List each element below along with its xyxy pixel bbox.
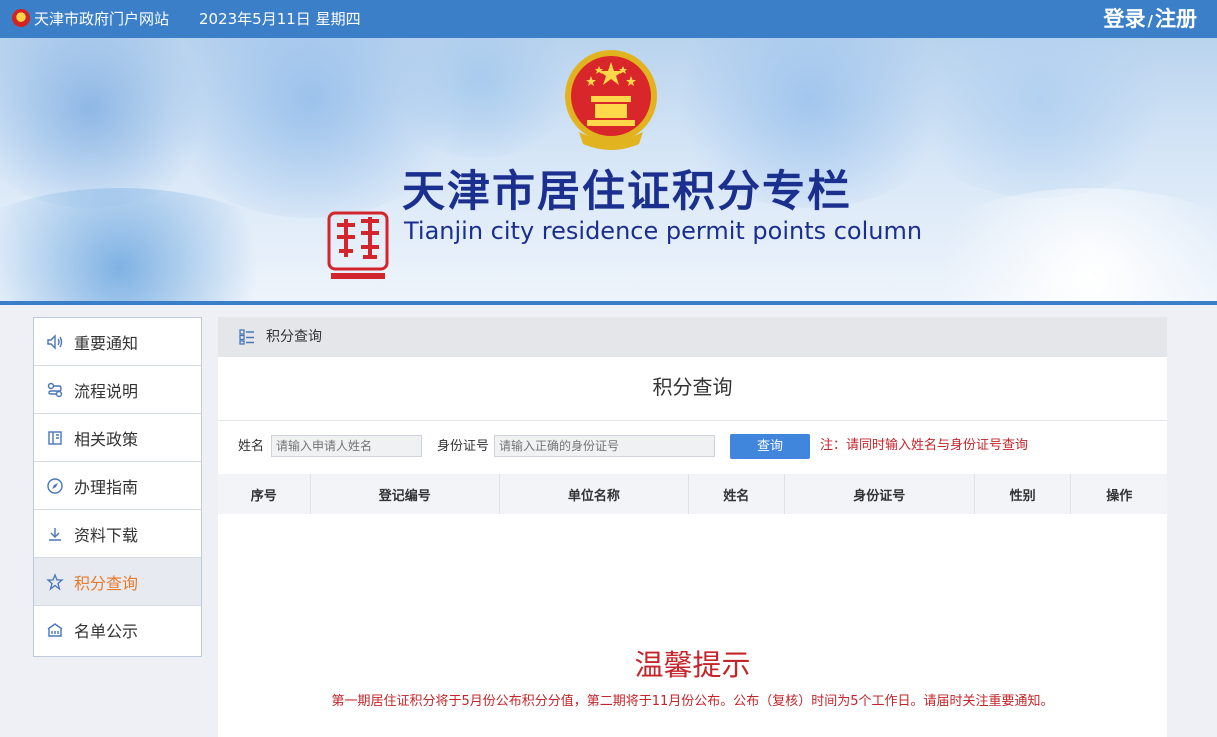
- header-banner: 天津市居住证积分专栏 Tianjin city residence permit…: [0, 38, 1217, 301]
- breadcrumb: 积分查询: [218, 317, 1167, 357]
- query-button[interactable]: 查询: [730, 434, 810, 459]
- banner-title: 天津市居住证积分专栏: [402, 167, 852, 217]
- flow-icon: [46, 381, 64, 399]
- column-header: 身份证号: [785, 474, 975, 514]
- sidebar-item-notices[interactable]: 重要通知: [34, 318, 201, 366]
- auth-links: 登录/注册: [1104, 5, 1197, 35]
- banner-divider: [0, 301, 1217, 305]
- sidebar-item-label: 积分查询: [74, 573, 139, 593]
- speaker-icon: [46, 333, 64, 351]
- sidebar-item-guide[interactable]: 办理指南: [34, 462, 201, 510]
- sidebar-item-label: 资料下载: [74, 525, 139, 545]
- register-link[interactable]: 注册: [1155, 7, 1197, 31]
- current-date: 2023年5月11日 星期四: [199, 10, 361, 28]
- column-header: 操作: [1106, 488, 1133, 504]
- sidebar-item-label: 名单公示: [74, 621, 139, 641]
- auth-separator: /: [1147, 12, 1153, 30]
- login-link[interactable]: 登录: [1104, 7, 1146, 31]
- national-emblem-icon: [12, 9, 30, 27]
- portal-link[interactable]: 天津市政府门户网站: [34, 9, 169, 29]
- column-header: 单位名称: [500, 474, 690, 514]
- query-note: 注：请同时输入姓名与身份证号查询: [820, 438, 1029, 453]
- breadcrumb-label: 积分查询: [266, 329, 322, 345]
- id-number-input[interactable]: [494, 435, 715, 457]
- tip-text: 第一期居住证积分将于5月份公布积分分值，第二期将于11月份公布。公布（复核）时间…: [331, 694, 1054, 709]
- sidebar-item-policy[interactable]: 相关政策: [34, 414, 201, 462]
- cloud-decoration: [900, 188, 1217, 301]
- download-icon: [46, 525, 64, 543]
- top-bar: 天津市政府门户网站 2023年5月11日 星期四 登录/注册: [0, 0, 1217, 38]
- column-header: 序号: [218, 474, 311, 514]
- sidebar-item-label: 相关政策: [74, 429, 139, 449]
- tianjin-seal-logo: [327, 211, 389, 279]
- sidebar-item-points-query[interactable]: 积分查询: [34, 558, 201, 606]
- sidebar-item-label: 办理指南: [74, 477, 139, 497]
- tip-title: 温馨提示: [634, 648, 751, 682]
- book-icon: [46, 429, 64, 447]
- results-table-header: 序号 登记编号 单位名称 姓名 身份证号 性别 操作: [218, 474, 1167, 514]
- star-icon: [46, 572, 64, 591]
- page-title: 积分查询: [652, 375, 733, 399]
- flower-decoration: [900, 38, 1180, 198]
- list-icon: [239, 329, 254, 345]
- building-icon: [46, 621, 64, 639]
- sidebar-item-label: 重要通知: [74, 333, 139, 353]
- sidebar-nav: 重要通知 流程说明 相关政策 办理指南 资料下载 积分查询 名单公示: [33, 317, 202, 657]
- national-emblem-icon: [565, 50, 657, 150]
- title-divider: [218, 420, 1167, 421]
- column-header: 登记编号: [311, 474, 500, 514]
- sidebar-item-label: 流程说明: [74, 381, 139, 401]
- banner-subtitle: Tianjin city residence permit points col…: [404, 217, 923, 245]
- name-label: 姓名: [238, 439, 265, 454]
- main-panel: 积分查询 积分查询 姓名 身份证号 查询 注：请同时输入姓名与身份证号查询 序号…: [218, 317, 1167, 737]
- column-header: 性别: [975, 474, 1072, 514]
- sidebar-item-downloads[interactable]: 资料下载: [34, 510, 201, 558]
- column-header: 姓名: [689, 474, 785, 514]
- id-label: 身份证号: [437, 439, 490, 454]
- sidebar-item-process[interactable]: 流程说明: [34, 366, 201, 414]
- compass-icon: [46, 477, 64, 495]
- name-input[interactable]: [271, 435, 422, 457]
- sidebar-item-public-list[interactable]: 名单公示: [34, 606, 201, 653]
